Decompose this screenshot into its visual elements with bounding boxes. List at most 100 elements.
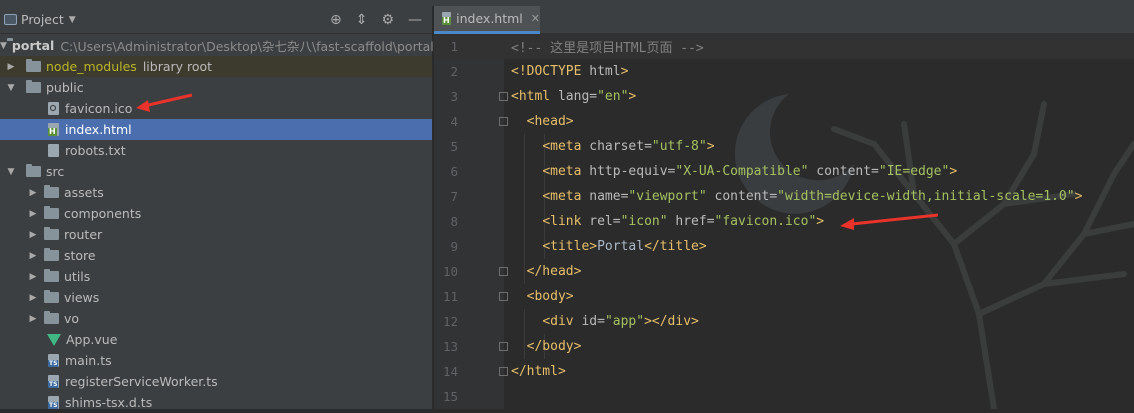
code-line[interactable]: 8 <link rel="icon" href="favicon.ico"> <box>434 209 1134 234</box>
code-line[interactable]: 5 <meta charset="utf-8"> <box>434 134 1134 159</box>
gear-icon[interactable]: ⚙ <box>381 12 394 28</box>
fold-marker-icon[interactable] <box>499 117 508 126</box>
code-line[interactable]: 3 <html lang="en"> <box>434 84 1134 109</box>
tree-item-router[interactable]: ▶ router <box>0 224 432 245</box>
tree-item-index-html[interactable]: index.html <box>0 119 432 140</box>
code-line[interactable]: 15 <box>434 384 1134 409</box>
tree-item-label: store <box>64 248 96 263</box>
hide-panel-icon[interactable]: — <box>408 12 422 28</box>
tree-item-register-sw[interactable]: registerServiceWorker.ts <box>0 371 432 392</box>
code-token: <meta <box>542 139 590 154</box>
tree-item-public[interactable]: ▼ public <box>0 77 432 98</box>
code-text: <meta http-equiv="X-UA-Compatible" conte… <box>511 164 957 179</box>
tree-item-main-ts[interactable]: main.ts <box>0 350 432 371</box>
fold-marker-icon[interactable] <box>499 367 508 376</box>
project-panel-title[interactable]: Project <box>21 12 64 27</box>
ts-file-icon <box>48 354 59 367</box>
fold-marker-icon[interactable] <box>499 267 508 276</box>
code-line[interactable]: 11 <body> <box>434 284 1134 309</box>
tree-item-store[interactable]: ▶ store <box>0 245 432 266</box>
line-number: 5 <box>450 139 458 154</box>
code-token: "viewport" <box>628 189 707 204</box>
fold-marker-icon[interactable] <box>499 342 508 351</box>
collapse-arrow-icon[interactable]: ▶ <box>28 251 38 261</box>
code-token: </body> <box>526 339 582 354</box>
code-token: charset= <box>589 139 652 154</box>
folder-icon <box>44 269 59 282</box>
code-token: id= <box>581 314 605 329</box>
code-line[interactable]: 13 </body> <box>434 334 1134 359</box>
tree-item-src[interactable]: ▼ src <box>0 161 432 182</box>
collapse-all-icon[interactable]: ⇕ <box>356 12 368 28</box>
line-number: 15 <box>442 389 458 404</box>
tree-item-robots[interactable]: robots.txt <box>0 140 432 161</box>
tree-item-utils[interactable]: ▶ utils <box>0 266 432 287</box>
collapse-arrow-icon[interactable]: ▶ <box>28 230 38 240</box>
project-panel-header[interactable]: Project ▼ ⊕ ⇕ ⚙ — <box>0 6 432 34</box>
expand-arrow-icon[interactable]: ▼ <box>6 83 16 93</box>
code-text: <link rel="icon" href="favicon.ico"> <box>511 214 824 229</box>
code-token: <!DOCTYPE <box>511 64 590 79</box>
tree-item-label: views <box>64 290 100 305</box>
code-token: <meta <box>542 164 590 179</box>
collapse-arrow-icon[interactable]: ▶ <box>28 209 38 219</box>
fold-marker-icon[interactable] <box>499 292 508 301</box>
tree-item-vo[interactable]: ▶ vo <box>0 308 432 329</box>
expand-arrow-icon[interactable]: ▼ <box>6 167 16 177</box>
ts-file-icon <box>48 396 59 409</box>
collapse-arrow-icon[interactable]: ▶ <box>6 62 16 72</box>
chevron-down-icon[interactable]: ▼ <box>69 15 76 25</box>
code-line[interactable]: 4 <head> <box>434 109 1134 134</box>
tree-item-app-vue[interactable]: App.vue <box>0 329 432 350</box>
code-token: > <box>816 214 825 229</box>
line-number: 12 <box>442 314 458 329</box>
line-number: 14 <box>442 364 458 379</box>
annotation-arrow-favicon <box>136 93 193 112</box>
close-icon[interactable]: ✕ <box>531 12 540 25</box>
code-text: <head> <box>511 114 574 129</box>
code-token: Portal <box>597 239 645 254</box>
line-number: 3 <box>450 89 458 104</box>
fold-marker-icon[interactable] <box>499 92 508 101</box>
code-line[interactable]: 2 <!DOCTYPE html> <box>434 59 1134 84</box>
editor-tab-bar: index.html ✕ <box>434 6 1134 34</box>
tree-item-label: robots.txt <box>65 143 126 158</box>
code-text: <!DOCTYPE html> <box>511 64 628 79</box>
code-line[interactable]: 6 <meta http-equiv="X-UA-Compatible" con… <box>434 159 1134 184</box>
code-line[interactable]: 7 <meta name="viewport" content="width=d… <box>434 184 1134 209</box>
line-number: 13 <box>442 339 458 354</box>
code-editor[interactable]: 1 <!-- 这里是项目HTML页面 --> 2 <!DOCTYPE html> 3 <h… <box>434 34 1134 409</box>
collapse-arrow-icon[interactable]: ▶ <box>28 293 38 303</box>
tree-item-label: assets <box>64 185 104 200</box>
tree-item-portal[interactable]: ▼ portal C:\Users\Administrator\Desktop\… <box>0 35 434 56</box>
tree-item-node-modules[interactable]: ▶ node_modules library root <box>0 56 432 77</box>
code-line[interactable]: 9 <title>Portal</title> <box>434 234 1134 259</box>
tree-item-components[interactable]: ▶ components <box>0 203 432 224</box>
editor-area: index.html ✕ 1<!-- 这里是项目HTML <box>434 6 1134 409</box>
tree-item-shims-tsx[interactable]: shims-tsx.d.ts <box>0 392 432 413</box>
code-line[interactable]: 14 </html> <box>434 359 1134 384</box>
code-line[interactable]: 10 </head> <box>434 259 1134 284</box>
collapse-arrow-icon[interactable]: ▶ <box>28 272 38 282</box>
tab-index-html[interactable]: index.html ✕ <box>434 6 540 34</box>
code-line[interactable]: 1 <!-- 这里是项目HTML页面 --> <box>434 34 1134 59</box>
code-token: > <box>1074 189 1083 204</box>
locate-icon[interactable]: ⊕ <box>330 12 342 28</box>
tree-item-assets[interactable]: ▶ assets <box>0 182 432 203</box>
code-token: <title> <box>542 239 598 254</box>
line-number: 9 <box>450 239 458 254</box>
code-text: </head> <box>511 264 582 279</box>
collapse-arrow-icon[interactable]: ▶ <box>28 188 38 198</box>
tab-label: index.html <box>456 11 523 26</box>
code-line[interactable]: 12 <div id="app"></div> <box>434 309 1134 334</box>
code-token: <div <box>542 314 582 329</box>
collapse-arrow-icon[interactable]: ▶ <box>28 314 38 324</box>
vue-file-icon <box>47 333 61 346</box>
tree-item-favicon[interactable]: favicon.ico <box>0 98 432 119</box>
tree-item-views[interactable]: ▶ views <box>0 287 432 308</box>
expand-arrow-icon[interactable]: ▼ <box>0 41 7 51</box>
code-token: > <box>706 139 715 154</box>
